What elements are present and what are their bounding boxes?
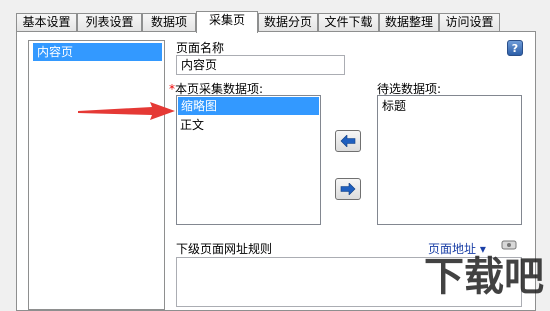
tab-data-paging[interactable]: 数据分页 (258, 13, 318, 31)
annotation-arrow-icon (78, 102, 175, 120)
tab-data-cleanup[interactable]: 数据整理 (379, 13, 439, 31)
tab-access-settings[interactable]: 访问设置 (439, 13, 500, 31)
tab-file-download[interactable]: 文件下载 (318, 13, 379, 31)
page-name-input[interactable]: 内容页 (176, 55, 345, 75)
tab-collect-page[interactable]: 采集页 (196, 11, 258, 33)
watermark-logo-icon: 下载吧 (424, 254, 544, 300)
pages-list-item[interactable]: 内容页 (33, 43, 162, 61)
help-icon[interactable]: ? (507, 40, 523, 56)
tab-basic-settings[interactable]: 基本设置 (16, 13, 77, 31)
move-left-button[interactable] (335, 130, 361, 152)
url-rule-label: 下级页面网址规则 (176, 242, 273, 256)
watermark-logo: 下载吧 (420, 246, 548, 302)
list-item[interactable]: 正文 (177, 116, 320, 134)
svg-text:下载吧: 下载吧 (424, 254, 544, 300)
list-item[interactable]: 标题 (379, 97, 520, 115)
collected-items-label: 本页采集数据项: (175, 82, 264, 96)
page-name-label: 页面名称 (176, 41, 225, 55)
collected-items-list[interactable]: 缩略图 正文 (176, 95, 321, 225)
tab-list-settings[interactable]: 列表设置 (77, 13, 142, 31)
list-item[interactable]: 缩略图 (178, 97, 319, 115)
pages-list[interactable]: 内容页 (28, 40, 165, 310)
pending-items-list[interactable]: 标题 (377, 95, 522, 225)
tab-data-items[interactable]: 数据项 (142, 13, 196, 31)
move-right-button[interactable] (335, 178, 361, 200)
arrow-right-icon (340, 183, 356, 195)
arrow-left-icon (340, 135, 356, 147)
